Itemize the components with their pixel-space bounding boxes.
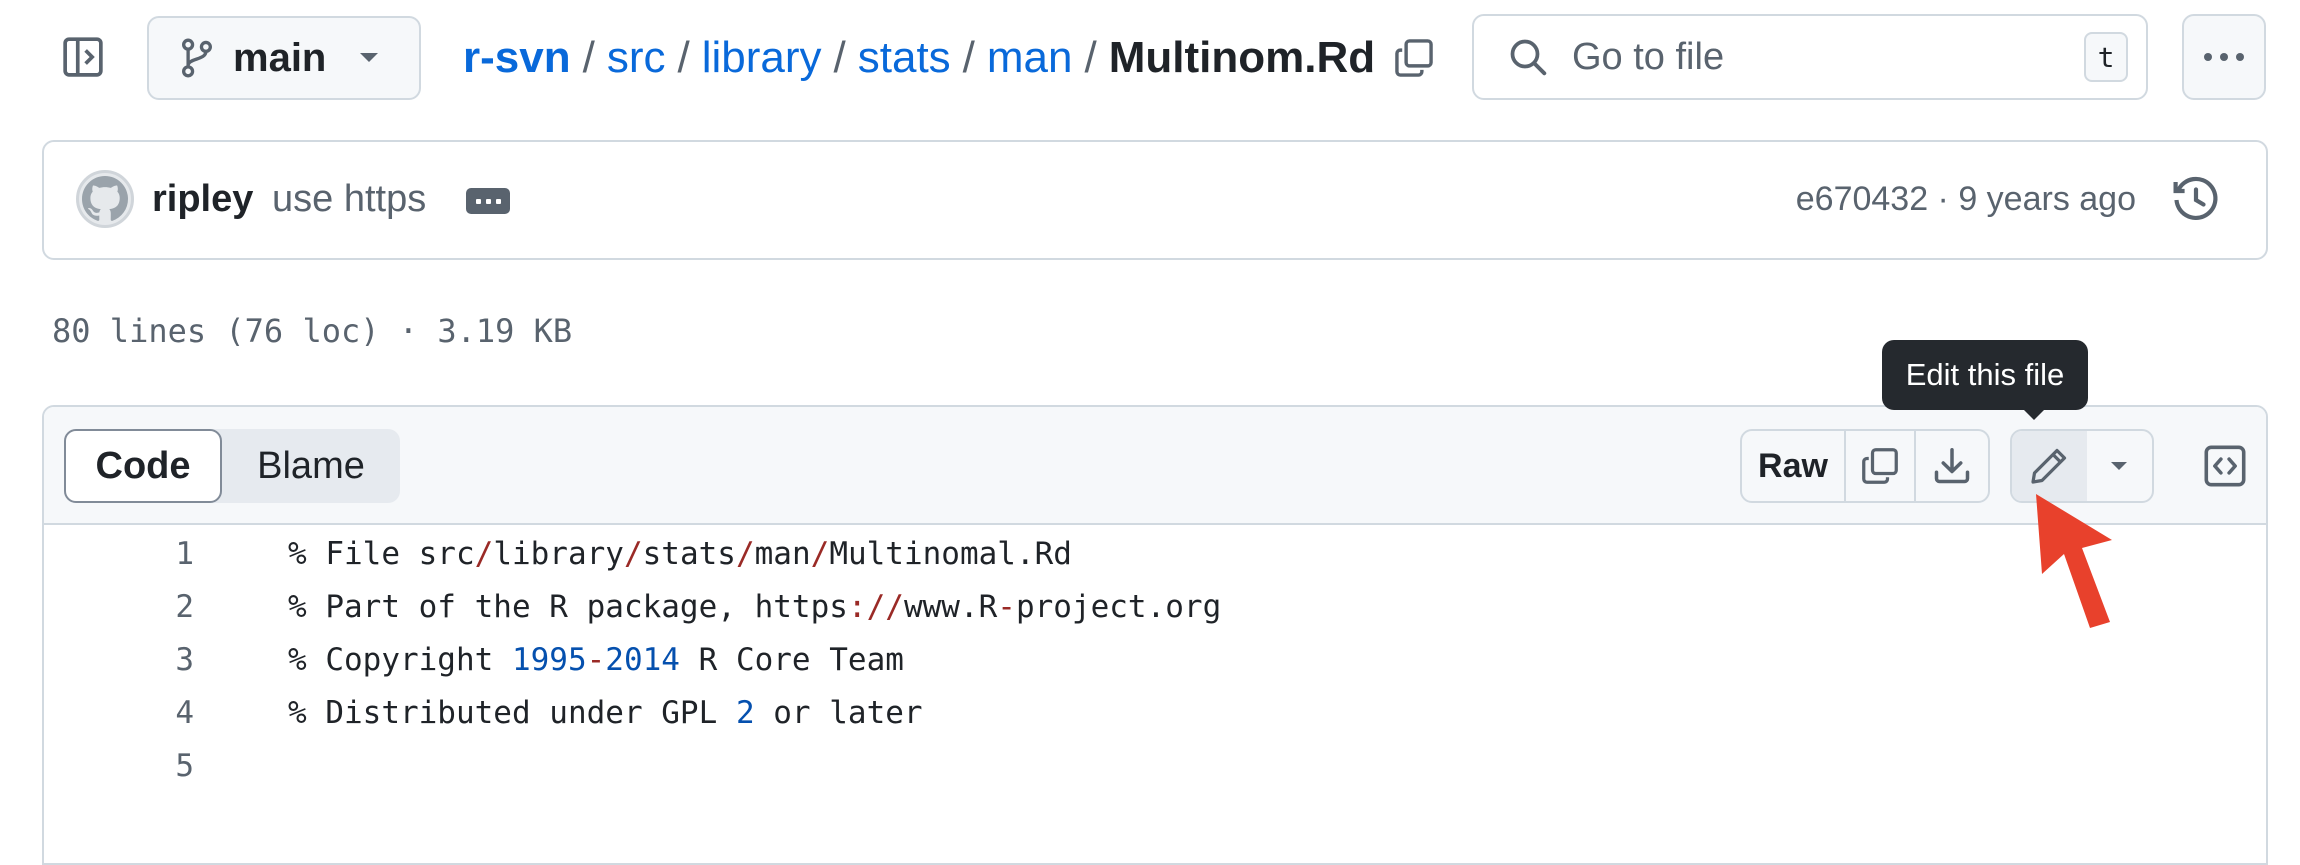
line-number[interactable]: 3 <box>44 642 194 678</box>
kebab-horizontal-icon <box>2204 53 2244 61</box>
code-line: 2 % Part of the R package, https://www.R-… <box>44 580 2266 633</box>
commit-author[interactable]: ripley <box>152 178 253 221</box>
caret-down-icon <box>360 53 379 62</box>
search-placeholder: Go to file <box>1572 35 1725 78</box>
file-info: 80 lines (76 loc) · 3.19 KB <box>52 312 573 350</box>
view-mode-toggle: Code Blame <box>64 429 400 503</box>
breadcrumb-separator: / <box>1084 33 1097 82</box>
latest-commit-bar: ripley use https e670432 · 9 years ago <box>42 140 2268 260</box>
symbols-panel-button[interactable] <box>2194 435 2256 497</box>
line-source: % File src/library/stats/man/Multinomal.… <box>288 535 1072 572</box>
code-line: 1 % File src/library/stats/man/Multinomal… <box>44 527 2266 580</box>
download-icon <box>1934 448 1970 484</box>
code-square-icon <box>2204 445 2246 487</box>
search-icon <box>1510 39 1547 76</box>
line-source: % Part of the R package, https://www.R-p… <box>288 588 1222 625</box>
file-viewer-header: Code Blame Raw <box>44 407 2266 525</box>
copy-icon <box>1862 448 1898 484</box>
breadcrumb-src-link[interactable]: src <box>607 33 666 83</box>
line-number[interactable]: 1 <box>44 536 194 572</box>
git-branch-icon <box>182 38 212 78</box>
sidebar-toggle-icon <box>63 37 103 77</box>
breadcrumb-man-link[interactable]: man <box>987 33 1073 83</box>
tab-code[interactable]: Code <box>64 429 222 503</box>
raw-actions-group: Raw <box>1740 429 1990 503</box>
expand-commit-message-button[interactable] <box>466 188 510 214</box>
line-number[interactable]: 2 <box>44 589 194 625</box>
sidebar-toggle-button[interactable] <box>50 24 116 90</box>
go-to-file-search[interactable]: Go to file t <box>1472 14 2148 100</box>
file-viewer: Code Blame Raw 1 % File src/library/stat… <box>42 405 2268 865</box>
branch-selector[interactable]: main <box>147 16 421 100</box>
breadcrumb-separator: / <box>677 33 690 82</box>
line-number[interactable]: 5 <box>44 748 194 784</box>
copy-raw-button[interactable] <box>1846 431 1916 501</box>
copy-icon <box>1395 39 1433 77</box>
more-options-button[interactable] <box>2182 14 2266 100</box>
copy-path-button[interactable] <box>1393 37 1435 79</box>
github-avatar-icon <box>82 176 128 221</box>
code-content: 1 % File src/library/stats/man/Multinomal… <box>44 527 2266 792</box>
code-line: 3 % Copyright 1995-2014 R Core Team <box>44 633 2266 686</box>
breadcrumb-repo-link[interactable]: r-svn <box>463 33 571 83</box>
commit-hash-and-time[interactable]: e670432 · 9 years ago <box>1796 180 2136 219</box>
red-arrow-icon <box>2036 494 2112 628</box>
download-raw-button[interactable] <box>1916 431 1988 501</box>
breadcrumb-separator: / <box>582 33 595 82</box>
edit-tooltip: Edit this file <box>1882 340 2088 410</box>
history-button[interactable] <box>2166 170 2226 230</box>
line-source: % Distributed under GPL 2 or later <box>288 694 923 731</box>
code-line: 4 % Distributed under GPL 2 or later <box>44 686 2266 739</box>
line-number[interactable]: 4 <box>44 695 194 731</box>
breadcrumb: r-svn / src / library / stats / man / Mu… <box>463 28 1435 88</box>
breadcrumb-stats-link[interactable]: stats <box>858 33 951 83</box>
search-shortcut-key: t <box>2084 32 2128 82</box>
breadcrumb-library-link[interactable]: library <box>702 33 822 83</box>
tooltip-pointer <box>2022 408 2046 420</box>
avatar[interactable] <box>76 170 134 228</box>
commit-message[interactable]: use https <box>272 178 426 221</box>
breadcrumb-separator: / <box>962 33 975 82</box>
tab-blame[interactable]: Blame <box>222 429 400 503</box>
branch-name: main <box>233 35 327 80</box>
breadcrumb-separator: / <box>833 33 846 82</box>
raw-button[interactable]: Raw <box>1742 431 1846 501</box>
code-line: 5 <box>44 739 2266 792</box>
line-source: % Copyright 1995-2014 R Core Team <box>288 641 904 678</box>
history-icon <box>2173 176 2218 221</box>
current-file-name: Multinom.Rd <box>1108 33 1376 82</box>
